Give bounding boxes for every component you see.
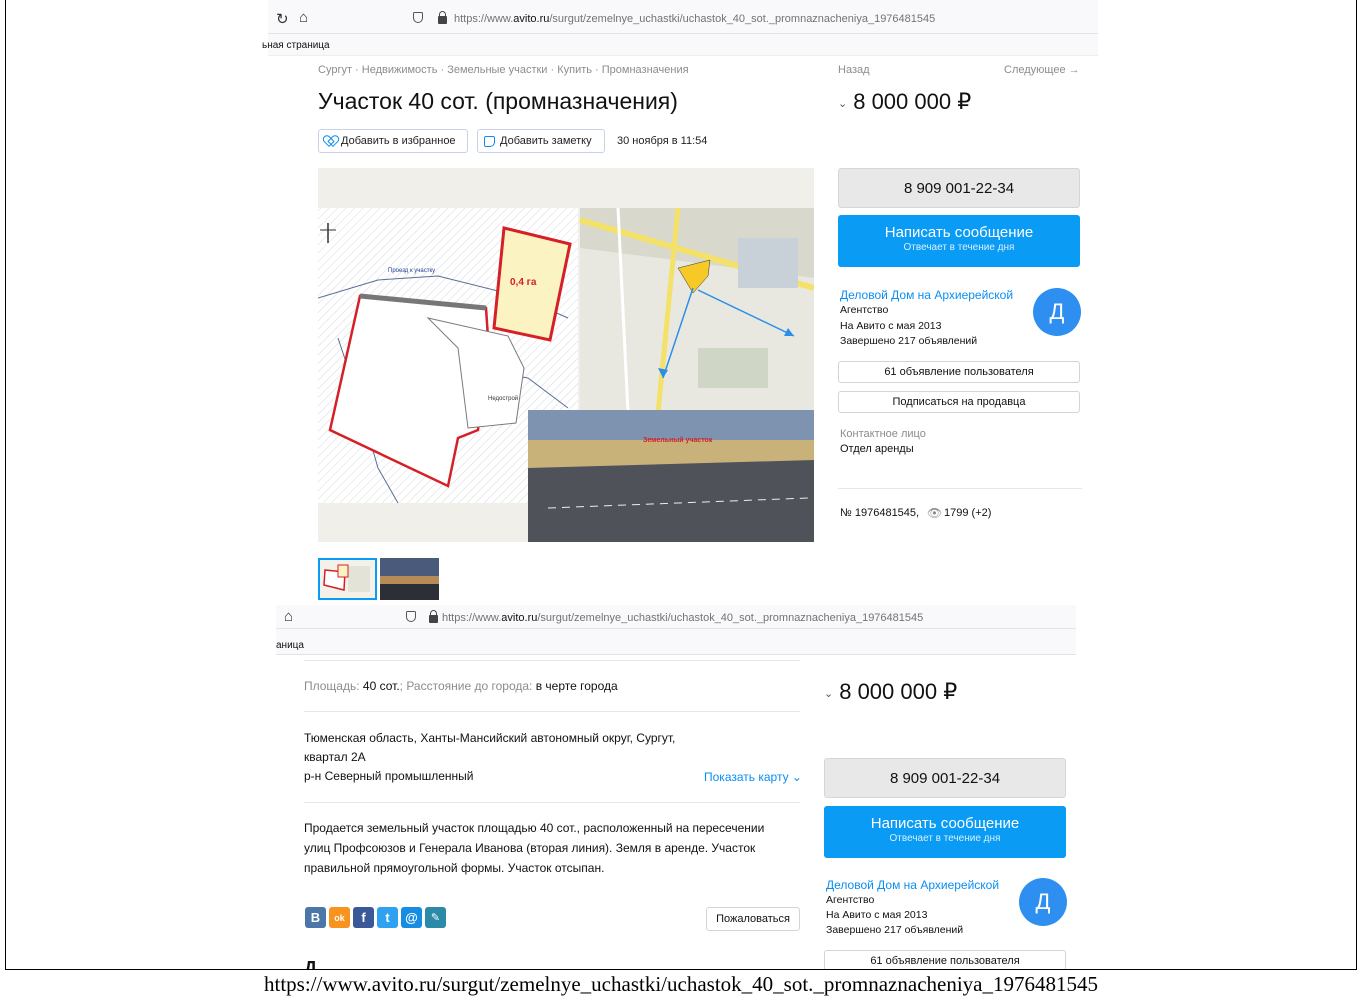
add-favorite-label: Добавить в избранное	[341, 135, 456, 147]
seller-name-link[interactable]: Деловой Дом на Архиерейской	[840, 288, 1013, 302]
browser-toolbar-2: ⌂ https://www.avito.ru/surgut/zemelnye_u…	[276, 605, 1076, 629]
ad-number: № 1976481545,	[840, 507, 920, 519]
add-note-label: Добавить заметку	[500, 135, 592, 147]
sidebar-divider	[838, 488, 1082, 489]
seller-type: Агентство	[840, 304, 889, 316]
add-favorite-button[interactable]: Добавить в избранное	[318, 129, 468, 153]
twitter-icon[interactable]: t	[377, 907, 398, 928]
seller-since: На Авито с мая 2013	[826, 909, 928, 921]
view-count: 1799 (+2)	[944, 507, 992, 519]
district: р-н Северный промышленный	[304, 769, 474, 783]
thumbnail-street	[380, 558, 439, 600]
chevron-down-icon: ⌄	[791, 770, 802, 784]
subscribe-seller-button[interactable]: Подписаться на продавца	[838, 391, 1080, 413]
page-title: Участок 40 сот. (промназначения)	[318, 88, 678, 114]
mail-icon[interactable]: @	[401, 907, 422, 928]
reply-time-note: Отвечает в течение дня	[903, 242, 1015, 253]
contact-person-label: Контактное лицо	[840, 428, 926, 440]
address-line-2: квартал 2А	[304, 750, 366, 764]
show-phone-button[interactable]: 8 909 001-22-34	[838, 168, 1080, 208]
screenshot-frame: ↻ ⌂ https://www.avito.ru/surgut/zemelnye…	[5, 0, 1357, 970]
thumbnail-2[interactable]	[380, 558, 439, 600]
plot-map-image: Недострой 0,4 га Проезд к участку Земель…	[318, 168, 814, 542]
browser-toolbar: ↻ ⌂ https://www.avito.ru/surgut/zemelnye…	[268, 0, 1098, 34]
report-button[interactable]: Пожаловаться	[706, 907, 800, 931]
lock-icon	[438, 11, 447, 24]
building-label: Недострой	[488, 395, 518, 402]
write-message-button[interactable]: Написать сообщение Отвечает в течение дн…	[838, 215, 1080, 267]
section-divider	[304, 660, 800, 661]
write-message-label: Написать сообщение	[870, 815, 1020, 832]
write-message-label: Написать сообщение	[884, 224, 1034, 241]
price: ⌄ 8 000 000 ₽	[838, 89, 972, 114]
section-divider	[304, 802, 800, 803]
odnoklassniki-icon[interactable]: ok	[329, 907, 350, 928]
user-listings-button[interactable]: 61 объявление пользователя	[838, 361, 1080, 383]
seller-completed: Завершено 217 объявлений	[826, 924, 964, 936]
shield-icon[interactable]	[406, 611, 416, 622]
description-line-3: правильной прямоугольной формы. Участок …	[304, 861, 605, 875]
home-icon[interactable]: ⌂	[299, 9, 308, 26]
user-listings-button[interactable]: 61 объявление пользователя	[824, 950, 1066, 969]
seller-since: На Авито с мая 2013	[840, 320, 942, 332]
seller-avatar[interactable]: Д	[1033, 288, 1081, 336]
road-label: Проезд к участку	[388, 268, 435, 274]
main-photo[interactable]: Недострой 0,4 га Проезд к участку Земель…	[318, 168, 814, 542]
address-line-1: Тюменская область, Ханты-Мансийский авто…	[304, 731, 676, 745]
seller-avatar[interactable]: Д	[1019, 878, 1067, 926]
thumbnail-map	[320, 560, 375, 598]
reply-time-note: Отвечает в течение дня	[889, 833, 1001, 844]
livejournal-icon[interactable]: ✎	[425, 907, 446, 928]
lock-icon	[429, 610, 438, 623]
section-divider	[304, 711, 800, 712]
bookmark-item[interactable]: аница	[276, 640, 304, 651]
page-url-caption: https://www.avito.ru/surgut/zemelnye_uch…	[263, 972, 1098, 996]
facebook-icon[interactable]: f	[353, 907, 374, 928]
bookmark-item[interactable]: ьная страница	[262, 40, 330, 51]
next-link[interactable]: Следующее →	[1004, 64, 1080, 76]
bookmarks-bar-2: аница	[276, 629, 1076, 655]
thumbnail-1[interactable]	[318, 558, 377, 600]
seller-name-link[interactable]: Деловой Дом на Архиерейской	[826, 878, 999, 892]
add-note-button[interactable]: Добавить заметку	[477, 129, 605, 153]
back-link[interactable]: Назад	[838, 64, 870, 76]
chevron-down-icon[interactable]: ⌄	[838, 98, 847, 110]
post-date: 30 ноября в 11:54	[617, 135, 708, 147]
params-line: Площадь: 40 сот.; Расстояние до города: …	[304, 679, 618, 693]
address-bar-url[interactable]: https://www.avito.ru/surgut/zemelnye_uch…	[454, 13, 935, 25]
heart-icon	[325, 136, 336, 146]
reload-icon[interactable]: ↻	[276, 10, 289, 28]
seller-completed: Завершено 217 объявлений	[840, 335, 978, 347]
seller-type: Агентство	[826, 894, 875, 906]
shield-icon[interactable]	[413, 12, 423, 23]
price: ⌄ 8 000 000 ₽	[824, 679, 958, 704]
contact-person-value: Отдел аренды	[840, 443, 914, 455]
description-line-2: улиц Профсоюзов и Генерала Иванова (втор…	[304, 841, 756, 855]
vk-icon[interactable]: В	[305, 907, 326, 928]
next-section-heading: Д	[304, 958, 317, 970]
note-icon	[484, 135, 495, 147]
breadcrumb[interactable]: Сургут · Недвижимость · Земельные участк…	[318, 64, 689, 76]
chevron-down-icon[interactable]: ⌄	[824, 688, 833, 700]
show-phone-button[interactable]: 8 909 001-22-34	[824, 758, 1066, 798]
show-map-link[interactable]: Показать карту ⌄	[704, 770, 802, 784]
home-icon[interactable]: ⌂	[284, 608, 293, 625]
address-bar-url[interactable]: https://www.avito.ru/surgut/zemelnye_uch…	[442, 612, 923, 624]
bookmarks-bar: ьная страница	[262, 34, 1098, 56]
plot-area-label: 0,4 га	[510, 277, 537, 288]
street-photo-label: Земельный участок	[643, 436, 713, 444]
eye-icon: 👁	[927, 506, 943, 520]
description-line-1: Продается земельный участок площадью 40 …	[304, 821, 765, 835]
write-message-button[interactable]: Написать сообщение Отвечает в течение дн…	[824, 806, 1066, 858]
